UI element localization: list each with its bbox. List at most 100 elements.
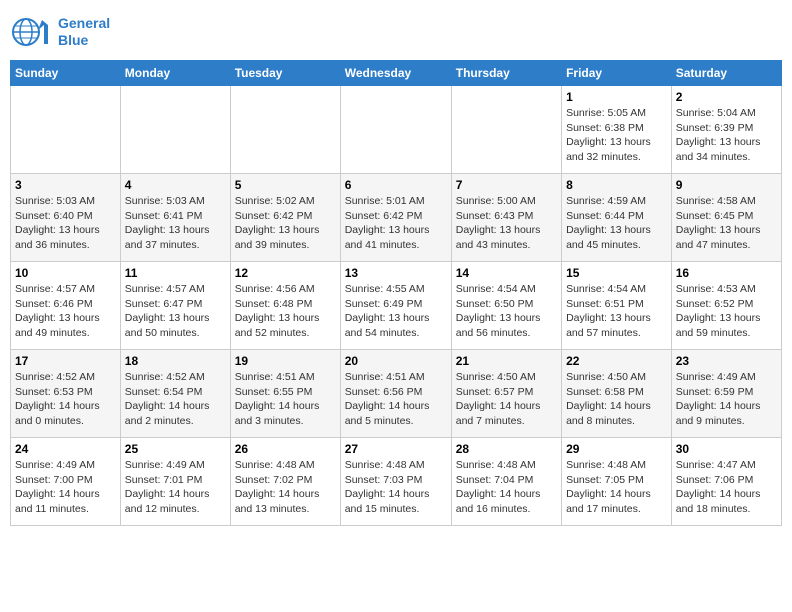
day-number: 7 [456,178,557,192]
calendar-week-3: 10Sunrise: 4:57 AMSunset: 6:46 PMDayligh… [11,262,782,350]
day-number: 28 [456,442,557,456]
day-number: 20 [345,354,447,368]
calendar-cell: 3 Sunrise: 5:03 AMSunset: 6:40 PMDaylight… [11,174,121,262]
day-info: Sunrise: 4:56 AMSunset: 6:48 PMDaylight:… [235,282,336,341]
day-info: Sunrise: 5:02 AMSunset: 6:42 PMDaylight:… [235,194,336,253]
day-info: Sunrise: 4:57 AMSunset: 6:47 PMDaylight:… [125,282,226,341]
day-number: 2 [676,90,777,104]
calendar-cell: 30Sunrise: 4:47 AMSunset: 7:06 PMDayligh… [671,438,781,526]
day-number: 8 [566,178,667,192]
calendar-table: SundayMondayTuesdayWednesdayThursdayFrid… [10,60,782,526]
day-info: Sunrise: 4:53 AMSunset: 6:52 PMDaylight:… [676,282,777,341]
calendar-week-4: 17 Sunrise: 4:52 AMSunset: 6:53 PMDayligh… [11,350,782,438]
calendar-cell: 12 Sunrise: 4:56 AMSunset: 6:48 PMDayligh… [230,262,340,350]
day-info: Sunrise: 4:48 AMSunset: 7:04 PMDaylight:… [456,458,557,517]
day-number: 24 [15,442,116,456]
calendar-cell: 14 Sunrise: 4:54 AMSunset: 6:50 PMDayligh… [451,262,561,350]
day-number: 1 [566,90,667,104]
day-info: Sunrise: 5:05 AMSunset: 6:38 PMDaylight:… [566,106,667,165]
day-info: Sunrise: 4:48 AMSunset: 7:02 PMDaylight:… [235,458,336,517]
calendar-cell: 29 Sunrise: 4:48 AMSunset: 7:05 PMDayligh… [562,438,672,526]
day-header-saturday: Saturday [671,61,781,86]
calendar-cell: 22 Sunrise: 4:50 AMSunset: 6:58 PMDayligh… [562,350,672,438]
calendar-week-1: 1 Sunrise: 5:05 AMSunset: 6:38 PMDaylight… [11,86,782,174]
calendar-cell [11,86,121,174]
calendar-cell: 26 Sunrise: 4:48 AMSunset: 7:02 PMDayligh… [230,438,340,526]
calendar-cell: 23 Sunrise: 4:49 AMSunset: 6:59 PMDayligh… [671,350,781,438]
day-info: Sunrise: 4:48 AMSunset: 7:03 PMDaylight:… [345,458,447,517]
day-number: 23 [676,354,777,368]
day-info: Sunrise: 5:04 AMSunset: 6:39 PMDaylight:… [676,106,777,165]
calendar-cell: 15Sunrise: 4:54 AMSunset: 6:51 PMDayligh… [562,262,672,350]
calendar-cell: 27Sunrise: 4:48 AMSunset: 7:03 PMDayligh… [340,438,451,526]
day-info: Sunrise: 5:03 AMSunset: 6:41 PMDaylight:… [125,194,226,253]
day-header-monday: Monday [120,61,230,86]
calendar-cell: 17 Sunrise: 4:52 AMSunset: 6:53 PMDayligh… [11,350,121,438]
calendar-cell: 8 Sunrise: 4:59 AMSunset: 6:44 PMDaylight… [562,174,672,262]
day-number: 16 [676,266,777,280]
calendar-cell: 19 Sunrise: 4:51 AMSunset: 6:55 PMDayligh… [230,350,340,438]
calendar-cell: 2 Sunrise: 5:04 AMSunset: 6:39 PMDaylight… [671,86,781,174]
calendar-week-2: 3 Sunrise: 5:03 AMSunset: 6:40 PMDaylight… [11,174,782,262]
day-number: 12 [235,266,336,280]
calendar-cell: 18 Sunrise: 4:52 AMSunset: 6:54 PMDayligh… [120,350,230,438]
day-number: 22 [566,354,667,368]
day-info: Sunrise: 4:59 AMSunset: 6:44 PMDaylight:… [566,194,667,253]
day-info: Sunrise: 4:47 AMSunset: 7:06 PMDaylight:… [676,458,777,517]
calendar-header: SundayMondayTuesdayWednesdayThursdayFrid… [11,61,782,86]
day-info: Sunrise: 4:49 AMSunset: 6:59 PMDaylight:… [676,370,777,429]
day-number: 19 [235,354,336,368]
day-info: Sunrise: 4:49 AMSunset: 7:01 PMDaylight:… [125,458,226,517]
day-info: Sunrise: 4:50 AMSunset: 6:58 PMDaylight:… [566,370,667,429]
day-number: 6 [345,178,447,192]
day-number: 29 [566,442,667,456]
day-info: Sunrise: 4:51 AMSunset: 6:55 PMDaylight:… [235,370,336,429]
day-number: 9 [676,178,777,192]
calendar-cell: 5Sunrise: 5:02 AMSunset: 6:42 PMDaylight… [230,174,340,262]
page-header: General Blue [10,10,782,54]
day-number: 17 [15,354,116,368]
day-info: Sunrise: 5:03 AMSunset: 6:40 PMDaylight:… [15,194,116,253]
day-number: 21 [456,354,557,368]
logo-svg [10,10,54,54]
day-info: Sunrise: 4:58 AMSunset: 6:45 PMDaylight:… [676,194,777,253]
day-number: 26 [235,442,336,456]
calendar-cell: 11 Sunrise: 4:57 AMSunset: 6:47 PMDayligh… [120,262,230,350]
calendar-cell: 7 Sunrise: 5:00 AMSunset: 6:43 PMDaylight… [451,174,561,262]
calendar-cell: 9 Sunrise: 4:58 AMSunset: 6:45 PMDaylight… [671,174,781,262]
calendar-cell: 28 Sunrise: 4:48 AMSunset: 7:04 PMDayligh… [451,438,561,526]
day-info: Sunrise: 4:51 AMSunset: 6:56 PMDaylight:… [345,370,447,429]
calendar-week-5: 24 Sunrise: 4:49 AMSunset: 7:00 PMDayligh… [11,438,782,526]
day-number: 3 [15,178,116,192]
day-info: Sunrise: 5:00 AMSunset: 6:43 PMDaylight:… [456,194,557,253]
day-number: 18 [125,354,226,368]
day-header-friday: Friday [562,61,672,86]
day-number: 10 [15,266,116,280]
day-number: 13 [345,266,447,280]
calendar-cell: 24 Sunrise: 4:49 AMSunset: 7:00 PMDayligh… [11,438,121,526]
day-header-sunday: Sunday [11,61,121,86]
day-header-tuesday: Tuesday [230,61,340,86]
day-number: 11 [125,266,226,280]
calendar-cell: 13 Sunrise: 4:55 AMSunset: 6:49 PMDayligh… [340,262,451,350]
calendar-cell [340,86,451,174]
day-info: Sunrise: 4:48 AMSunset: 7:05 PMDaylight:… [566,458,667,517]
calendar-cell: 16 Sunrise: 4:53 AMSunset: 6:52 PMDayligh… [671,262,781,350]
calendar-cell: 4 Sunrise: 5:03 AMSunset: 6:41 PMDaylight… [120,174,230,262]
calendar-cell: 20 Sunrise: 4:51 AMSunset: 6:56 PMDayligh… [340,350,451,438]
calendar-cell: 6Sunrise: 5:01 AMSunset: 6:42 PMDaylight… [340,174,451,262]
day-info: Sunrise: 4:52 AMSunset: 6:53 PMDaylight:… [15,370,116,429]
day-header-wednesday: Wednesday [340,61,451,86]
day-header-thursday: Thursday [451,61,561,86]
day-info: Sunrise: 4:52 AMSunset: 6:54 PMDaylight:… [125,370,226,429]
calendar-cell [230,86,340,174]
logo: General Blue [10,10,110,54]
calendar-cell: 21Sunrise: 4:50 AMSunset: 6:57 PMDayligh… [451,350,561,438]
day-number: 25 [125,442,226,456]
day-number: 4 [125,178,226,192]
day-info: Sunrise: 4:54 AMSunset: 6:50 PMDaylight:… [456,282,557,341]
day-info: Sunrise: 4:49 AMSunset: 7:00 PMDaylight:… [15,458,116,517]
day-number: 14 [456,266,557,280]
calendar-cell [451,86,561,174]
day-info: Sunrise: 4:55 AMSunset: 6:49 PMDaylight:… [345,282,447,341]
